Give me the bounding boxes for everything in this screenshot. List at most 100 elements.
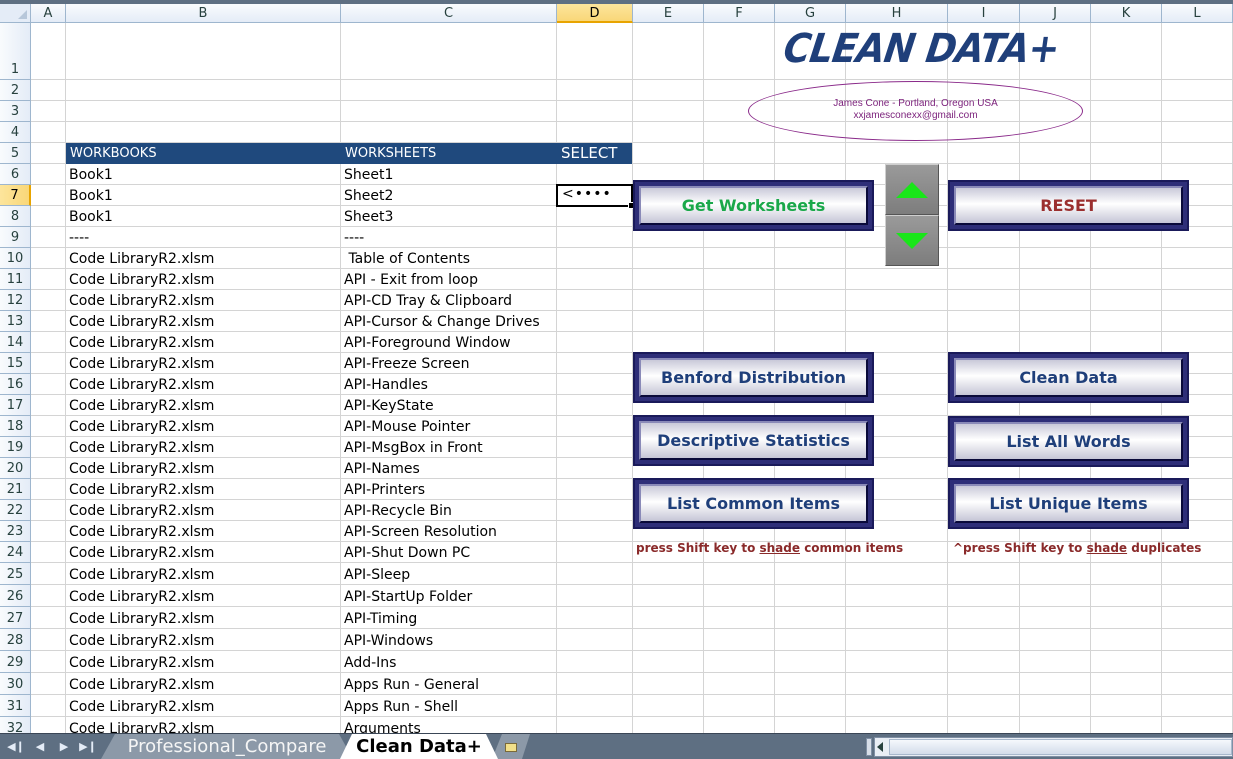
row-header[interactable]: 29 (0, 651, 31, 673)
list-unique-items-button[interactable]: List Unique Items (948, 478, 1189, 529)
move-down-button[interactable] (885, 215, 939, 266)
column-header[interactable]: D (557, 4, 633, 23)
row-header[interactable]: 23 (0, 521, 31, 542)
row-header[interactable]: 27 (0, 607, 31, 629)
row-header[interactable]: 8 (0, 206, 31, 227)
prev-sheet-icon[interactable]: ◀ (30, 738, 50, 756)
row-header[interactable]: 4 (0, 122, 31, 143)
row-header[interactable]: 3 (0, 101, 31, 122)
move-up-button[interactable] (885, 164, 939, 215)
list-common-label: List Common Items (639, 484, 868, 523)
row-header[interactable]: 28 (0, 629, 31, 651)
author-oval: James Cone - Portland, Oregon USA xxjame… (748, 81, 1083, 141)
row-header[interactable]: 21 (0, 479, 31, 500)
worksheet-grid[interactable]: ABCDEFGHIJKL 1 2 3 4 5 6 7 8 9 10 11 12 13 14 15 16 17 18… (0, 0, 1233, 733)
column-header[interactable]: J (1020, 4, 1091, 23)
arrow-up-icon (896, 181, 928, 198)
scroll-thumb[interactable] (889, 739, 1232, 755)
row-header[interactable]: 1 (0, 23, 31, 80)
row-header[interactable]: 24 (0, 542, 31, 563)
row-header[interactable]: 14 (0, 332, 31, 353)
clean-data-button[interactable]: Clean Data (948, 352, 1189, 403)
column-header[interactable]: I (948, 4, 1020, 23)
column-header[interactable]: A (31, 4, 66, 23)
column-header[interactable]: C (341, 4, 557, 23)
last-sheet-icon[interactable]: ▶❙ (78, 738, 98, 756)
worksheet-cell: API-Handles (344, 377, 428, 393)
row-header[interactable]: 5 (0, 143, 31, 164)
workbook-cell: Book1 (69, 167, 113, 183)
row-header[interactable]: 18 (0, 416, 31, 437)
workbook-cell: Code LibraryR2.xlsm (69, 589, 215, 605)
tab-clean-data[interactable]: Clean Data+ (340, 734, 498, 759)
horizontal-scrollbar[interactable] (874, 737, 1233, 757)
column-header[interactable]: G (775, 4, 846, 23)
row-header[interactable]: 22 (0, 500, 31, 521)
row-header[interactable]: 10 (0, 248, 31, 269)
first-sheet-icon[interactable]: ◀❙ (6, 738, 26, 756)
row-header[interactable]: 6 (0, 164, 31, 185)
column-header[interactable]: B (66, 4, 341, 23)
active-cell-select[interactable]: <•••• (556, 184, 635, 209)
workbook-cell: Book1 (69, 188, 113, 204)
duplicates-note: ^press Shift key to shade duplicates (953, 541, 1201, 555)
worksheet-cell: API-MsgBox in Front (344, 440, 483, 456)
next-sheet-icon[interactable]: ▶ (54, 738, 74, 756)
row-header[interactable]: 2 (0, 80, 31, 101)
workbook-cell: Code LibraryR2.xlsm (69, 251, 215, 267)
workbook-cell: Code LibraryR2.xlsm (69, 677, 215, 693)
workbook-cell: Code LibraryR2.xlsm (69, 721, 215, 733)
row-header[interactable]: 16 (0, 374, 31, 395)
workbook-cell: ---- (69, 230, 90, 246)
scroll-left-icon[interactable] (877, 742, 883, 752)
worksheet-cell: Apps Run - Shell (344, 699, 459, 715)
row-header[interactable]: 9 (0, 227, 31, 248)
row-header[interactable]: 13 (0, 311, 31, 332)
tab-split-handle[interactable] (866, 738, 872, 756)
insert-sheet-icon[interactable] (492, 734, 530, 759)
worksheet-cell: Apps Run - General (344, 677, 480, 693)
list-common-items-button[interactable]: List Common Items (633, 478, 874, 529)
worksheet-cell: API-Windows (344, 633, 434, 649)
row-header[interactable]: 15 (0, 353, 31, 374)
worksheet-cell: API-StartUp Folder (344, 589, 473, 605)
row-header[interactable]: 25 (0, 563, 31, 585)
author-line: James Cone - Portland, Oregon USA (833, 98, 998, 109)
grid-vline (556, 23, 557, 733)
list-unique-label: List Unique Items (954, 484, 1183, 523)
workbook-cell: Code LibraryR2.xlsm (69, 314, 215, 330)
row-header[interactable]: 26 (0, 585, 31, 607)
row-header[interactable]: 19 (0, 437, 31, 458)
benford-distribution-button[interactable]: Benford Distribution (633, 352, 874, 403)
column-header[interactable]: F (704, 4, 775, 23)
column-header[interactable]: E (633, 4, 704, 23)
reset-button[interactable]: RESET (948, 180, 1189, 231)
row-header[interactable]: 30 (0, 673, 31, 695)
worksheet-cell: API-Names (344, 461, 420, 477)
list-all-words-button[interactable]: List All Words (948, 416, 1189, 467)
worksheet-cell: Add-Ins (344, 655, 397, 671)
arrow-down-icon (896, 232, 928, 249)
row-header[interactable]: 32 (0, 717, 31, 733)
row-header[interactable]: 31 (0, 695, 31, 717)
row-header[interactable]: 20 (0, 458, 31, 479)
common-items-note: press Shift key to shade common items (636, 541, 903, 555)
workbook-cell: Code LibraryR2.xlsm (69, 440, 215, 456)
worksheet-cell: API-Screen Resolution (344, 524, 497, 540)
tab-professional-compare[interactable]: Professional_Compare (101, 734, 353, 759)
note-text: ^press Shift key to (953, 541, 1087, 555)
descriptive-statistics-button[interactable]: Descriptive Statistics (633, 415, 874, 466)
author-email: xxjamesconexx@gmail.com (853, 110, 978, 121)
worksheet-cell: API-Sleep (344, 567, 411, 583)
column-header[interactable]: L (1162, 4, 1233, 23)
column-header[interactable]: H (846, 4, 948, 23)
select-all-corner[interactable] (0, 4, 31, 23)
worksheet-cell: ---- (344, 230, 365, 246)
worksheet-cell: API-Printers (344, 482, 426, 498)
row-header[interactable]: 12 (0, 290, 31, 311)
row-header[interactable]: 11 (0, 269, 31, 290)
row-header[interactable]: 17 (0, 395, 31, 416)
column-header[interactable]: K (1091, 4, 1162, 23)
row-header[interactable]: 7 (0, 185, 31, 206)
get-worksheets-button[interactable]: Get Worksheets (633, 180, 874, 231)
